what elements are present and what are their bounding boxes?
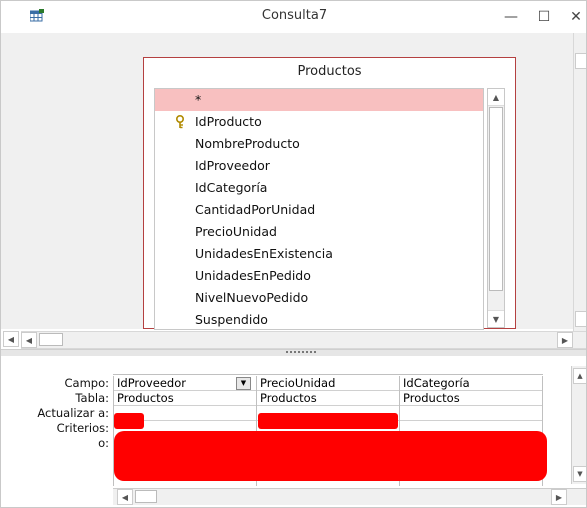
grid-cell-campo[interactable]: IdCategoría <box>400 376 543 391</box>
field-list-scrollbar[interactable]: ▲ ▼ <box>487 88 505 328</box>
field-label: NombreProducto <box>195 136 300 151</box>
splitter-grip[interactable] <box>286 351 316 355</box>
field-label: UnidadesEnExistencia <box>195 246 333 261</box>
table-pane-vscroll[interactable] <box>573 33 586 331</box>
field-item-unidadesenexistencia[interactable]: UnidadesEnExistencia <box>155 243 483 265</box>
scroll-right-icon[interactable]: ▶ <box>551 489 567 505</box>
grid-vscroll[interactable]: ▲ ▼ <box>571 366 586 484</box>
redaction-mark <box>114 413 144 429</box>
field-label: NivelNuevoPedido <box>195 290 309 305</box>
query-window: Consulta7 — ☐ ✕ Productos * IdProducto N… <box>0 0 587 508</box>
grid-top-border <box>113 374 543 375</box>
table-box-title: Productos <box>297 64 362 79</box>
cell-text: Productos <box>403 391 460 405</box>
field-item-idproducto[interactable]: IdProducto <box>155 111 483 133</box>
minimize-button[interactable]: — <box>498 5 524 29</box>
field-item-unidadesenpedido[interactable]: UnidadesEnPedido <box>155 265 483 287</box>
cell-text: IdCategoría <box>403 376 470 390</box>
grid-cell-tabla[interactable]: Productos <box>257 391 400 406</box>
row-label-campo: Campo: <box>64 376 110 390</box>
field-label: IdCategoría <box>195 180 268 195</box>
scroll-down-icon[interactable]: ▼ <box>573 466 586 482</box>
scroll-left-icon[interactable]: ◀ <box>117 489 133 505</box>
minimize-icon: — <box>504 9 518 25</box>
field-label: Suspendido <box>195 312 268 327</box>
grid-cell-tabla[interactable]: Productos <box>400 391 543 406</box>
field-item-idcategoria[interactable]: IdCategoría <box>155 177 483 199</box>
field-item-nivelnuevopedido[interactable]: NivelNuevoPedido <box>155 287 483 309</box>
field-label: IdProducto <box>195 114 262 129</box>
scroll-up-icon[interactable]: ▲ <box>488 89 504 106</box>
scroll-up-icon[interactable]: ▲ <box>573 368 586 384</box>
maximize-button[interactable]: ☐ <box>531 5 557 29</box>
row-label-actualizar: Actualizar a: <box>37 406 109 420</box>
cell-text: Productos <box>117 391 174 405</box>
scroll-right-icon[interactable]: ▶ <box>557 332 573 348</box>
scroll-down-arrow[interactable] <box>575 311 586 327</box>
field-list[interactable]: * IdProducto NombreProducto IdProveedor … <box>154 88 484 330</box>
row-label-o: o: <box>98 436 109 450</box>
scroll-up-arrow[interactable] <box>575 53 586 69</box>
grid-cell-campo[interactable]: IdProveedor ▼ <box>114 376 257 391</box>
scroll-left-icon[interactable]: ◀ <box>3 331 19 347</box>
field-item-idproveedor[interactable]: IdProveedor <box>155 155 483 177</box>
grid-cell-tabla[interactable]: Productos <box>114 391 257 406</box>
scroll-down-icon[interactable]: ▼ <box>488 310 504 327</box>
scroll-thumb[interactable] <box>135 490 157 503</box>
field-label: UnidadesEnPedido <box>195 268 311 283</box>
title-bar[interactable]: Consulta7 — ☐ ✕ <box>1 1 586 33</box>
table-box-productos[interactable]: Productos * IdProducto NombreProducto Id… <box>143 57 516 330</box>
row-label-tabla: Tabla: <box>75 391 109 405</box>
close-button[interactable]: ✕ <box>563 5 586 29</box>
field-item-preciounidad[interactable]: PrecioUnidad <box>155 221 483 243</box>
key-icon <box>176 115 184 129</box>
field-label: * <box>195 92 202 107</box>
grid-cell-actualizar[interactable] <box>400 406 543 421</box>
cell-text: Productos <box>260 391 317 405</box>
field-item-cantidadporunidad[interactable]: CantidadPorUnidad <box>155 199 483 221</box>
chevron-down-icon[interactable]: ▼ <box>236 377 251 390</box>
grid-cell-campo[interactable]: PrecioUnidad <box>257 376 400 391</box>
field-item-all[interactable]: * <box>155 89 483 111</box>
field-item-suspendido[interactable]: Suspendido <box>155 309 483 329</box>
grid-row-labels: Campo: Tabla: Actualizar a: Criterios: o… <box>1 376 113 451</box>
cell-text: IdProveedor <box>117 376 186 390</box>
cell-text: PrecioUnidad <box>260 376 336 390</box>
table-pane-hscroll[interactable]: ◀ ▶ <box>21 331 586 349</box>
redaction-mark <box>114 431 547 481</box>
redaction-mark <box>258 413 398 429</box>
field-label: PrecioUnidad <box>195 224 277 239</box>
field-label: IdProveedor <box>195 158 270 173</box>
scroll-thumb[interactable] <box>489 107 503 291</box>
field-item-nombreproducto[interactable]: NombreProducto <box>155 133 483 155</box>
field-label: CantidadPorUnidad <box>195 202 316 217</box>
scroll-thumb[interactable] <box>39 333 63 346</box>
row-label-criterios: Criterios: <box>56 421 109 435</box>
grid-hscroll[interactable]: ◀ ▶ <box>113 488 586 505</box>
scroll-left-icon[interactable]: ◀ <box>21 332 37 348</box>
close-icon: ✕ <box>570 9 582 25</box>
maximize-icon: ☐ <box>537 9 551 25</box>
